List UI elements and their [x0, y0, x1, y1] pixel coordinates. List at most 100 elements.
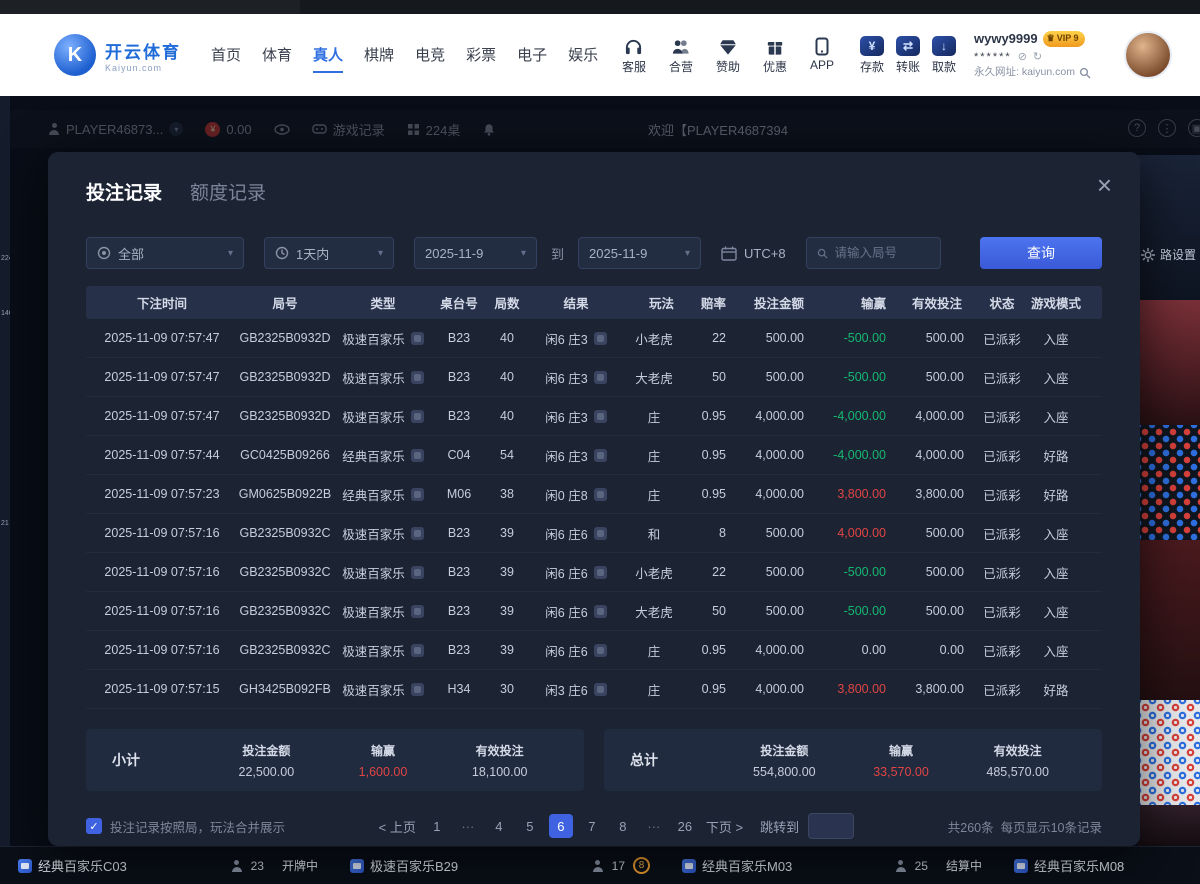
result-cards-icon[interactable] — [594, 410, 607, 423]
result-cards-icon[interactable] — [594, 605, 607, 618]
jump-label: 跳转到 — [760, 817, 799, 836]
prev-page-button[interactable]: < 上页 — [379, 817, 416, 836]
records-table-body: 2025-11-09 07:57:47 GB2325B0932D 极速百家乐 B… — [86, 319, 1102, 709]
tab-bet-records[interactable]: 投注记录 — [86, 178, 162, 211]
page-number: ··· — [456, 814, 480, 838]
app-download-link[interactable]: APP — [804, 36, 840, 75]
cell-round-number: 39 — [500, 604, 514, 618]
table-tag-icon — [18, 859, 32, 873]
game-info-icon[interactable] — [411, 605, 424, 618]
page-number[interactable]: 26 — [673, 814, 697, 838]
cell-valid-bet: 3,800.00 — [915, 682, 976, 696]
transfer-button[interactable]: ⇄ 转账 — [896, 36, 920, 75]
cell-round-number: 39 — [500, 565, 514, 579]
tab-quota-records[interactable]: 额度记录 — [190, 178, 266, 211]
lobby-table-strip: 经典百家乐C03 23 开牌中 极速百家乐B29 17 8 经典百家乐M03 2… — [0, 846, 1200, 884]
result-cards-icon[interactable] — [594, 488, 607, 501]
road-settings-button[interactable]: 路设置 — [1141, 246, 1196, 263]
result-cards-icon[interactable] — [594, 332, 607, 345]
jump-page-input[interactable] — [808, 813, 854, 839]
merge-note: 投注记录按照局，玩法合并展示 — [110, 817, 285, 836]
table-card-header[interactable]: 经典百家乐M03 25 结算中 — [664, 856, 996, 875]
next-page-button[interactable]: 下页 > — [706, 817, 743, 836]
cell-odds: 0.95 — [702, 682, 738, 696]
table-card-header[interactable]: 经典百家乐M08 — [996, 856, 1138, 875]
page-number[interactable]: 4 — [487, 814, 511, 838]
promotions-link[interactable]: 优惠 — [757, 36, 793, 75]
game-info-icon[interactable] — [411, 371, 424, 384]
game-info-icon[interactable] — [411, 410, 424, 423]
cell-win-loss: 3,800.00 — [837, 682, 898, 696]
game-category-select[interactable]: 全部 ▾ — [86, 237, 244, 269]
cell-odds: 0.95 — [702, 643, 738, 657]
search-icon[interactable] — [1079, 67, 1091, 79]
customer-service-link[interactable]: 客服 — [616, 36, 652, 75]
game-info-icon[interactable] — [411, 527, 424, 540]
cell-result: 闲6 庄3 — [545, 368, 606, 387]
cell-play-type: 庄 — [648, 407, 661, 426]
nav-slots[interactable]: 电子 — [517, 38, 547, 73]
eye-off-icon[interactable]: ⊘ — [1018, 49, 1027, 66]
chevron-down-icon: ▾ — [521, 248, 526, 259]
page-number[interactable]: 6 — [549, 814, 573, 838]
nav-home[interactable]: 首页 — [211, 38, 241, 73]
game-info-icon[interactable] — [411, 488, 424, 501]
table-card-header[interactable]: 极速百家乐B29 17 8 — [332, 856, 664, 875]
browser-tab — [0, 0, 300, 14]
result-cards-icon[interactable] — [594, 644, 607, 657]
game-info-icon[interactable] — [411, 644, 424, 657]
cell-odds: 50 — [712, 604, 738, 618]
nav-esports[interactable]: 电竞 — [415, 38, 445, 73]
result-cards-icon[interactable] — [594, 371, 607, 384]
query-button[interactable]: 查询 — [980, 237, 1102, 269]
players-icon — [895, 860, 907, 872]
result-cards-icon[interactable] — [594, 683, 607, 696]
table-card-header[interactable]: 经典百家乐C03 23 开牌中 — [0, 856, 332, 875]
nav-lottery[interactable]: 彩票 — [466, 38, 496, 73]
merge-checkbox[interactable] — [86, 818, 102, 834]
page-number[interactable]: 1 — [425, 814, 449, 838]
user-info-block[interactable]: wywy9999 ♛VIP 9 ****** ⊘ ↻ 永久网址: kaiyun.… — [974, 29, 1112, 81]
nav-entertainment[interactable]: 娱乐 — [568, 38, 598, 73]
sponsorship-link[interactable]: 赞助 — [710, 36, 746, 75]
search-icon — [817, 247, 828, 260]
deposit-button[interactable]: ¥ 存款 — [860, 36, 884, 75]
players-icon — [592, 860, 604, 872]
page-number[interactable]: 5 — [518, 814, 542, 838]
page-number[interactable]: 7 — [580, 814, 604, 838]
date-to-select[interactable]: 2025-11-9 ▾ — [578, 237, 701, 269]
withdraw-button[interactable]: ↓ 取款 — [932, 36, 956, 75]
nav-sports[interactable]: 体育 — [262, 38, 292, 73]
cell-status: 已派彩 — [983, 563, 1021, 582]
cell-valid-bet: 500.00 — [926, 526, 976, 540]
roadmap-panel — [1138, 425, 1200, 540]
close-icon[interactable]: × — [1097, 172, 1112, 198]
game-info-icon[interactable] — [411, 683, 424, 696]
result-cards-icon[interactable] — [594, 566, 607, 579]
game-info-icon[interactable] — [411, 449, 424, 462]
partnership-link[interactable]: 合营 — [663, 36, 699, 75]
round-search-input[interactable] — [835, 246, 930, 260]
result-cards-icon[interactable] — [594, 527, 607, 540]
time-range-select[interactable]: 1天内 ▾ — [264, 237, 394, 269]
page-number[interactable]: 8 — [611, 814, 635, 838]
column-header: 玩法 — [649, 293, 686, 312]
cell-valid-bet: 0.00 — [940, 643, 976, 657]
game-info-icon[interactable] — [411, 332, 424, 345]
refresh-icon[interactable]: ↻ — [1033, 49, 1042, 66]
result-cards-icon[interactable] — [594, 449, 607, 462]
site-logo[interactable]: K 开云体育 Kaiyun.com — [54, 34, 181, 76]
cell-bet-amount: 500.00 — [766, 604, 816, 618]
cell-game-type: 极速百家乐 — [342, 524, 424, 543]
cell-round-number: 30 — [500, 682, 514, 696]
cell-win-loss: -4,000.00 — [833, 448, 898, 462]
date-from-select[interactable]: 2025-11-9 ▾ — [414, 237, 537, 269]
user-avatar[interactable] — [1124, 31, 1172, 79]
game-info-icon[interactable] — [411, 566, 424, 579]
logo-title: 开云体育 — [105, 38, 181, 63]
clock-icon — [275, 246, 289, 260]
nav-live-casino[interactable]: 真人 — [313, 38, 343, 73]
cell-valid-bet: 500.00 — [926, 604, 976, 618]
nav-board-games[interactable]: 棋牌 — [364, 38, 394, 73]
date-to-label: 到 — [551, 244, 564, 263]
